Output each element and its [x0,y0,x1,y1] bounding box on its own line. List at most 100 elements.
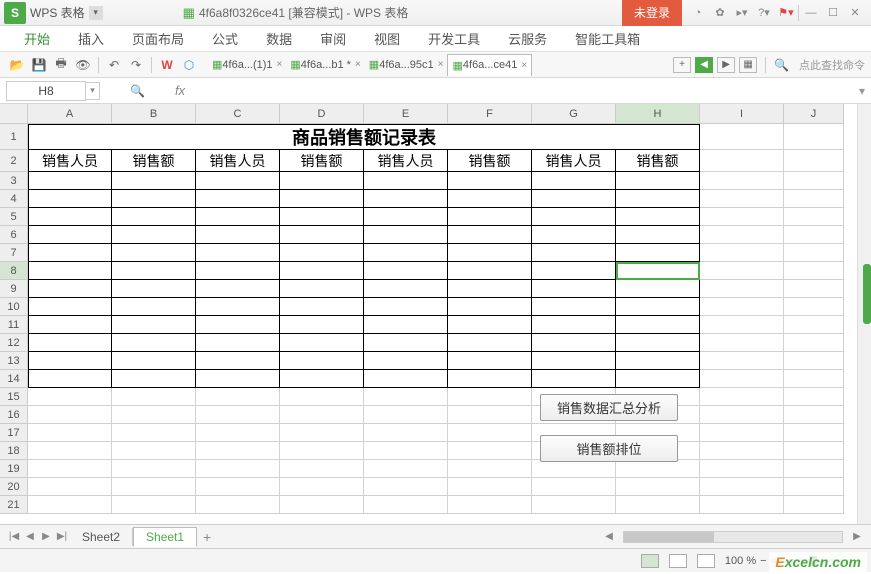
cell-G21[interactable] [532,496,616,514]
cell-G11[interactable] [532,316,616,334]
col-header-B[interactable]: B [112,104,196,124]
header-cell[interactable] [700,150,784,172]
cell-F13[interactable] [448,352,532,370]
cell-C21[interactable] [196,496,280,514]
cell-J16[interactable] [784,406,844,424]
col-header-D[interactable]: D [280,104,364,124]
cell-D15[interactable] [280,388,364,406]
cell-D18[interactable] [280,442,364,460]
cell-G5[interactable] [532,208,616,226]
cell-D19[interactable] [280,460,364,478]
fx-search-icon[interactable]: 🔍 [130,84,145,98]
col-header-F[interactable]: F [448,104,532,124]
open-icon[interactable]: 📂 [7,55,27,75]
row-header-4[interactable]: 4 [0,190,28,208]
cell-A19[interactable] [28,460,112,478]
cell-I20[interactable] [700,478,784,496]
cell-E10[interactable] [364,298,448,316]
cell-B17[interactable] [112,424,196,442]
cell-I21[interactable] [700,496,784,514]
cell-E19[interactable] [364,460,448,478]
cell-G12[interactable] [532,334,616,352]
cell-H21[interactable] [616,496,700,514]
name-box-dropdown[interactable]: ▾ [86,82,100,100]
cell-C19[interactable] [196,460,280,478]
cell-F4[interactable] [448,190,532,208]
cell-E13[interactable] [364,352,448,370]
cell-G6[interactable] [532,226,616,244]
cell-C9[interactable] [196,280,280,298]
cell-J6[interactable] [784,226,844,244]
cell-D21[interactable] [280,496,364,514]
app-menu-dropdown[interactable]: ▾ [89,6,103,20]
row-header-11[interactable]: 11 [0,316,28,334]
cell-J8[interactable] [784,262,844,280]
cell-A8[interactable] [28,262,112,280]
cell-E6[interactable] [364,226,448,244]
cell-E15[interactable] [364,388,448,406]
cell-D10[interactable] [280,298,364,316]
cell-F18[interactable] [448,442,532,460]
cell-D7[interactable] [280,244,364,262]
header-cell[interactable]: 销售额 [616,150,700,172]
menu-review[interactable]: 审阅 [306,29,360,48]
cell-H14[interactable] [616,370,700,388]
cube-icon[interactable]: ⬡ [179,55,199,75]
row-header-18[interactable]: 18 [0,442,28,460]
cell-I4[interactable] [700,190,784,208]
cell-I15[interactable] [700,388,784,406]
cell-A20[interactable] [28,478,112,496]
row-header-20[interactable]: 20 [0,478,28,496]
feedback-icon[interactable]: ⚑▾ [776,3,796,23]
cell-C5[interactable] [196,208,280,226]
cell-J4[interactable] [784,190,844,208]
cell-F17[interactable] [448,424,532,442]
cell-H7[interactable] [616,244,700,262]
row-header-8[interactable]: 8 [0,262,28,280]
cell-D12[interactable] [280,334,364,352]
cell-C20[interactable] [196,478,280,496]
cell-E3[interactable] [364,172,448,190]
new-tab-button[interactable]: + [673,57,691,73]
header-cell[interactable] [784,150,844,172]
login-button[interactable]: 未登录 [622,0,682,26]
cell-D8[interactable] [280,262,364,280]
cell-B7[interactable] [112,244,196,262]
cell-A12[interactable] [28,334,112,352]
cell-B13[interactable] [112,352,196,370]
cell-B19[interactable] [112,460,196,478]
nav-prev-button[interactable]: ◀ [695,57,713,73]
cell-F7[interactable] [448,244,532,262]
cell-F15[interactable] [448,388,532,406]
cell-A13[interactable] [28,352,112,370]
row-header-6[interactable]: 6 [0,226,28,244]
cell-I9[interactable] [700,280,784,298]
cell-H9[interactable] [616,280,700,298]
nav-next-button[interactable]: ▶ [717,57,735,73]
doc-tab[interactable]: ▦ 4f6a...(1)1× [208,54,286,76]
cell-F3[interactable] [448,172,532,190]
cell-C6[interactable] [196,226,280,244]
col-header-E[interactable]: E [364,104,448,124]
cell-J12[interactable] [784,334,844,352]
hscroll-left[interactable]: ◀ [601,529,617,545]
cell-F11[interactable] [448,316,532,334]
cell-I16[interactable] [700,406,784,424]
cell-H8[interactable] [616,262,700,280]
cell-F16[interactable] [448,406,532,424]
cell-D11[interactable] [280,316,364,334]
row-header-19[interactable]: 19 [0,460,28,478]
cell-I13[interactable] [700,352,784,370]
cell-B15[interactable] [112,388,196,406]
print-icon[interactable]: 🖶 [51,55,71,75]
row-header-14[interactable]: 14 [0,370,28,388]
cell-B16[interactable] [112,406,196,424]
row-header-7[interactable]: 7 [0,244,28,262]
cell-I17[interactable] [700,424,784,442]
cell-A11[interactable] [28,316,112,334]
sheet-nav-first[interactable]: |◀ [6,529,22,545]
cell-G20[interactable] [532,478,616,496]
cell-F5[interactable] [448,208,532,226]
col-header-H[interactable]: H [616,104,700,124]
doc-tab-active[interactable]: ▦ 4f6a...ce41× [447,54,532,76]
